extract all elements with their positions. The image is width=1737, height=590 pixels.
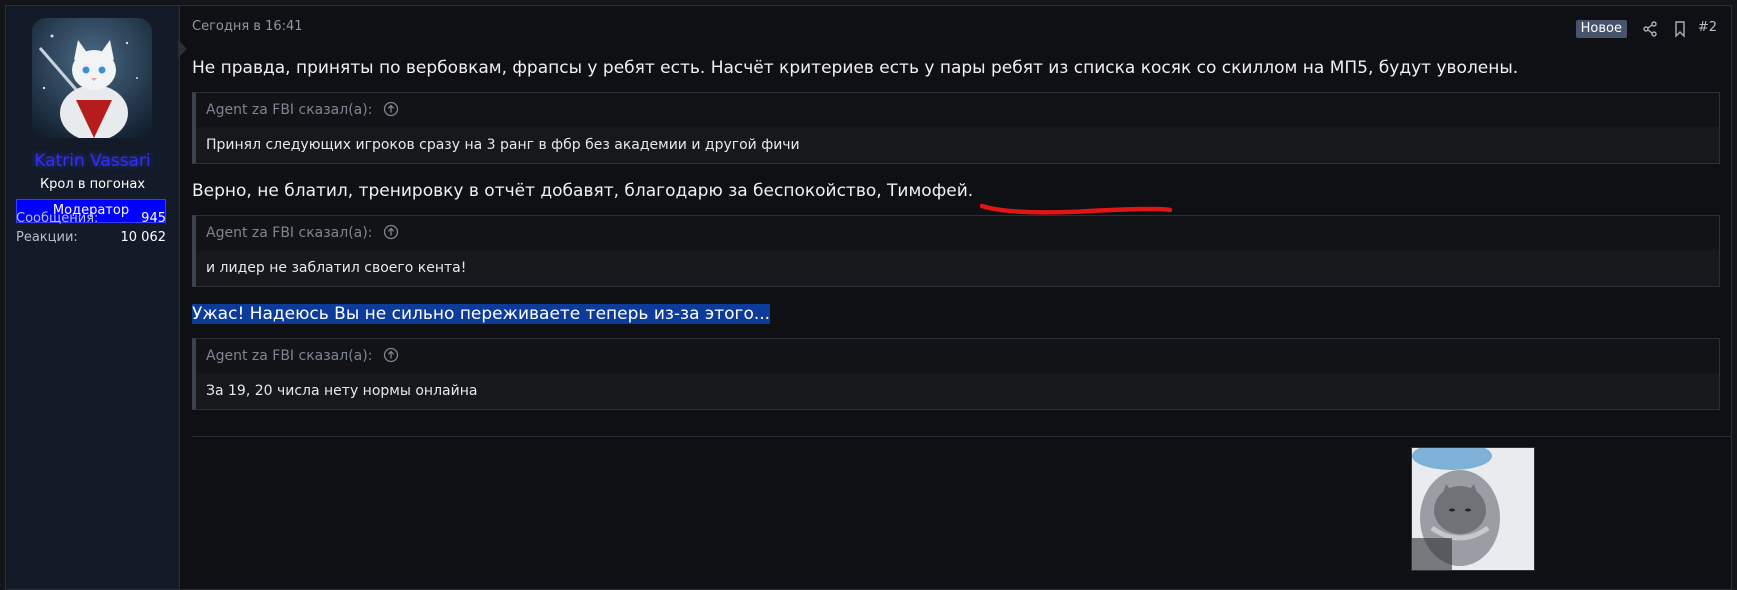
quote-header: Agent za FBI сказал(а): xyxy=(196,93,1719,127)
quote-author[interactable]: Agent za FBI сказал(а): xyxy=(206,348,372,364)
post-content: Сегодня в 16:41 Новое #2 Не правда, прин… xyxy=(180,6,1732,589)
new-badge: Новое xyxy=(1575,20,1627,38)
post-actions: Новое #2 xyxy=(1531,18,1731,38)
avatar[interactable] xyxy=(32,18,152,138)
message-text: Не правда, приняты по вербовкам, фрапсы … xyxy=(192,58,1519,78)
quote-text: Принял следующих игроков сразу на 3 ранг… xyxy=(196,127,1719,163)
stat-messages: Сообщения: 945 xyxy=(16,211,166,226)
quote-header: Agent za FBI сказал(а): xyxy=(196,216,1719,250)
quote-block: Agent za FBI сказал(а): Принял следующих… xyxy=(192,92,1720,164)
arrow-up-circle-icon[interactable] xyxy=(383,219,399,253)
attached-image[interactable] xyxy=(1411,447,1535,571)
stat-label: Реакции: xyxy=(16,230,78,245)
quote-header: Agent za FBI сказал(а): xyxy=(196,339,1719,373)
post-number[interactable]: #2 xyxy=(1698,20,1717,35)
quote-text: и лидер не заблатил своего кента! xyxy=(196,250,1719,286)
message-text-selected: Ужас! Надеюсь Вы не сильно переживаете т… xyxy=(192,304,771,324)
stat-label: Сообщения: xyxy=(16,211,99,226)
quote-text: За 19, 20 числа нету нормы онлайна xyxy=(196,373,1719,409)
share-icon[interactable] xyxy=(1641,20,1659,38)
selected-text: Ужас! Надеюсь Вы не сильно переживаете т… xyxy=(192,304,771,324)
user-sidebar: Katrin Vassari Крол в погонах Модератор … xyxy=(6,6,187,589)
message-text: Верно, не блатил, тренировку в отчёт доб… xyxy=(192,181,974,201)
quote-block: Agent za FBI сказал(а): и лидер не забла… xyxy=(192,215,1720,287)
divider xyxy=(192,436,1732,437)
username[interactable]: Katrin Vassari xyxy=(6,151,179,171)
arrow-up-circle-icon[interactable] xyxy=(383,342,399,376)
quote-author[interactable]: Agent za FBI сказал(а): xyxy=(206,102,372,118)
quote-block: Agent za FBI сказал(а): За 19, 20 числа … xyxy=(192,338,1720,410)
bookmark-icon[interactable] xyxy=(1671,20,1689,38)
arrow-up-circle-icon[interactable] xyxy=(383,96,399,130)
quote-author[interactable]: Agent za FBI сказал(а): xyxy=(206,225,372,241)
user-title: Крол в погонах xyxy=(39,177,146,192)
stat-reactions: Реакции: 10 062 xyxy=(16,230,166,245)
stat-value: 945 xyxy=(141,211,166,226)
post-date[interactable]: Сегодня в 16:41 xyxy=(192,19,303,34)
forum-post: Katrin Vassari Крол в погонах Модератор … xyxy=(5,5,1732,590)
stat-value: 10 062 xyxy=(120,230,167,245)
